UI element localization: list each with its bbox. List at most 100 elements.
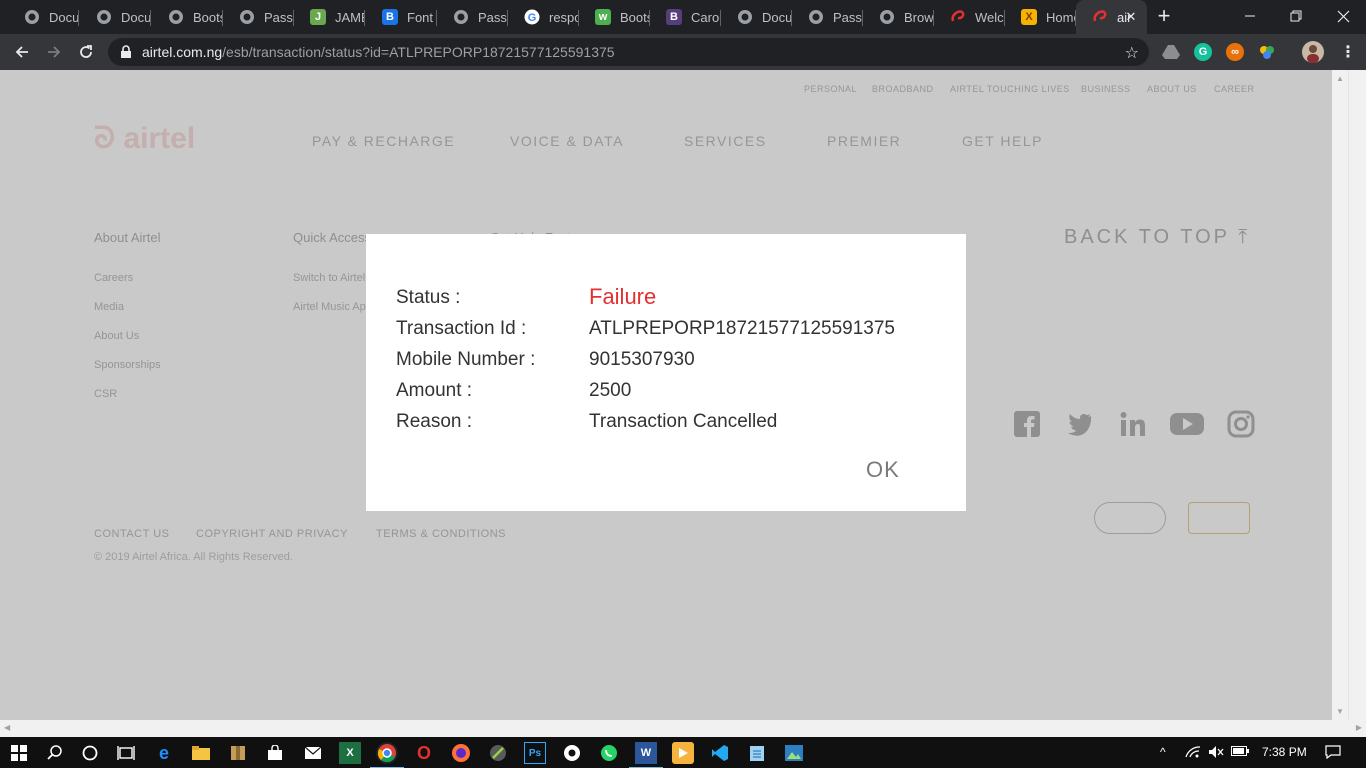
svg-text:G: G [528,12,537,24]
browser-tab[interactable]: B Font Awesome [366,0,437,34]
tab-title: Welcome [975,9,1005,25]
circle-app-icon[interactable] [561,742,583,764]
transaction-status-modal: Status : Failure Transaction Id : ATLPRE… [366,234,966,511]
task-view-icon[interactable] [115,742,137,764]
url-path: /esb/transaction/status?id=ATLPREPORP187… [222,44,615,60]
menu-kebab-icon[interactable]: ⋮ [1334,38,1362,66]
scrollbar-track[interactable] [1332,70,1349,720]
reload-icon [80,45,92,58]
new-tab-button[interactable]: + [1152,5,1176,29]
firefox-icon[interactable] [450,742,472,764]
browser-tab[interactable]: Documents [721,0,792,34]
transaction-id-value: ATLPREPORP18721577125591375 [589,318,895,339]
word-icon[interactable]: W [629,742,663,768]
browser-tab[interactable]: Gresponse [508,0,579,34]
edge-icon[interactable]: e [153,742,175,764]
globe-icon [737,9,753,25]
windows-start-icon[interactable] [8,742,30,764]
w3-icon: w [595,9,611,25]
address-bar[interactable]: airtel.com.ng/esb/transaction/status?id=… [108,38,1149,66]
profile-avatar[interactable] [1302,41,1324,63]
vscode-icon[interactable] [709,742,731,764]
close-tab-icon[interactable]: ✕ [1123,9,1139,25]
app-icon[interactable] [487,742,509,764]
globe-icon [879,9,895,25]
chrome-icon[interactable] [370,742,404,768]
drive-extension-icon[interactable] [1162,43,1180,61]
browser-tab[interactable]: Welcome [934,0,1005,34]
mail-icon[interactable] [302,742,324,764]
globe-icon [808,9,824,25]
reload-button[interactable] [72,38,100,66]
scroll-left-arrow-icon[interactable]: ◀ [4,723,10,732]
ok-button[interactable]: OK [866,457,900,483]
notepad-icon[interactable] [746,742,768,764]
taskbar-clock[interactable]: 7:38 PM [1262,745,1307,759]
browser-tab[interactable]: Passnownow [792,0,863,34]
web-page: PERSONAL BROADBAND AIRTEL TOUCHING LIVES BU… [0,70,1332,720]
restore-icon [1290,10,1302,22]
opera-icon[interactable]: O [413,742,435,764]
browser-tab[interactable]: Documents [8,0,79,34]
restore-button[interactable] [1273,0,1319,32]
store-icon[interactable] [264,742,286,764]
back-button[interactable] [8,38,36,66]
tab-strip: + DocumentsDocumentsBootstrapPassnownowJ… [0,0,1366,34]
scroll-up-arrow-icon[interactable]: ▲ [1336,74,1344,83]
excel-icon[interactable]: X [339,742,361,764]
battery-icon[interactable] [1231,745,1249,760]
volume-muted-icon[interactable] [1208,745,1224,762]
google-icon: G [524,9,540,25]
browser-tab[interactable]: Passnownow [437,0,508,34]
url-text: airtel.com.ng/esb/transaction/status?id=… [142,44,615,60]
whatsapp-icon[interactable] [598,742,620,764]
browser-tab[interactable]: X Home [1005,0,1076,34]
tab-title: Passnownow [264,9,294,25]
bookmark-star-icon[interactable]: ☆ [1125,43,1139,63]
back-arrow-icon [15,46,28,58]
scroll-down-arrow-icon[interactable]: ▼ [1336,707,1344,716]
archive-app-icon[interactable] [227,742,249,764]
browser-tab[interactable]: Passnownow [223,0,294,34]
photoshop-icon[interactable]: Ps [524,742,546,764]
minimize-button[interactable] [1227,0,1273,32]
tray-overflow-chevron-icon[interactable]: ^ [1160,745,1166,759]
browser-tab[interactable]: Documents [80,0,151,34]
airtel-icon [1092,9,1108,25]
photos-icon[interactable] [783,742,805,764]
tab-title: Font Awesome [407,9,437,25]
search-icon[interactable] [44,742,66,764]
horizontal-scrollbar[interactable]: ◀ ▶ [0,720,1366,737]
tab-title: JAMB [335,9,365,25]
tab-title: response [549,9,579,25]
infinity-extension-icon[interactable]: ∞ [1226,43,1244,61]
forward-button[interactable] [40,38,68,66]
browser-tab[interactable]: w Bootstrap [579,0,650,34]
color-extension-icon[interactable] [1258,43,1276,61]
minimize-icon [1245,15,1255,17]
browser-tab[interactable]: Browse [863,0,934,34]
close-window-button[interactable] [1320,0,1366,32]
b-icon: B [382,9,398,25]
cortana-icon[interactable] [79,742,101,764]
notifications-icon[interactable] [1325,745,1341,762]
browser-tab[interactable]: Bootstrap [152,0,223,34]
grammarly-extension-icon[interactable]: G [1194,43,1212,61]
browser-tab[interactable]: airtel✕ [1076,0,1147,34]
media-player-icon[interactable] [672,742,694,764]
status-value: Failure [589,284,657,309]
tab-separator [150,10,151,26]
close-icon [1337,10,1349,22]
wifi-icon[interactable] [1185,745,1201,762]
tab-title: Documents [49,9,79,25]
scroll-right-arrow-icon[interactable]: ▶ [1356,723,1362,732]
lock-icon [121,45,131,58]
vertical-scrollbar[interactable]: ▲ ▼ [1332,70,1366,720]
url-host: airtel.com.ng [142,44,223,60]
globe-icon [96,9,112,25]
browser-tab[interactable]: B Carousel [650,0,721,34]
file-explorer-icon[interactable] [190,742,212,764]
globe-icon [24,9,40,25]
tab-separator [364,10,365,26]
browser-tab[interactable]: J JAMB [294,0,365,34]
